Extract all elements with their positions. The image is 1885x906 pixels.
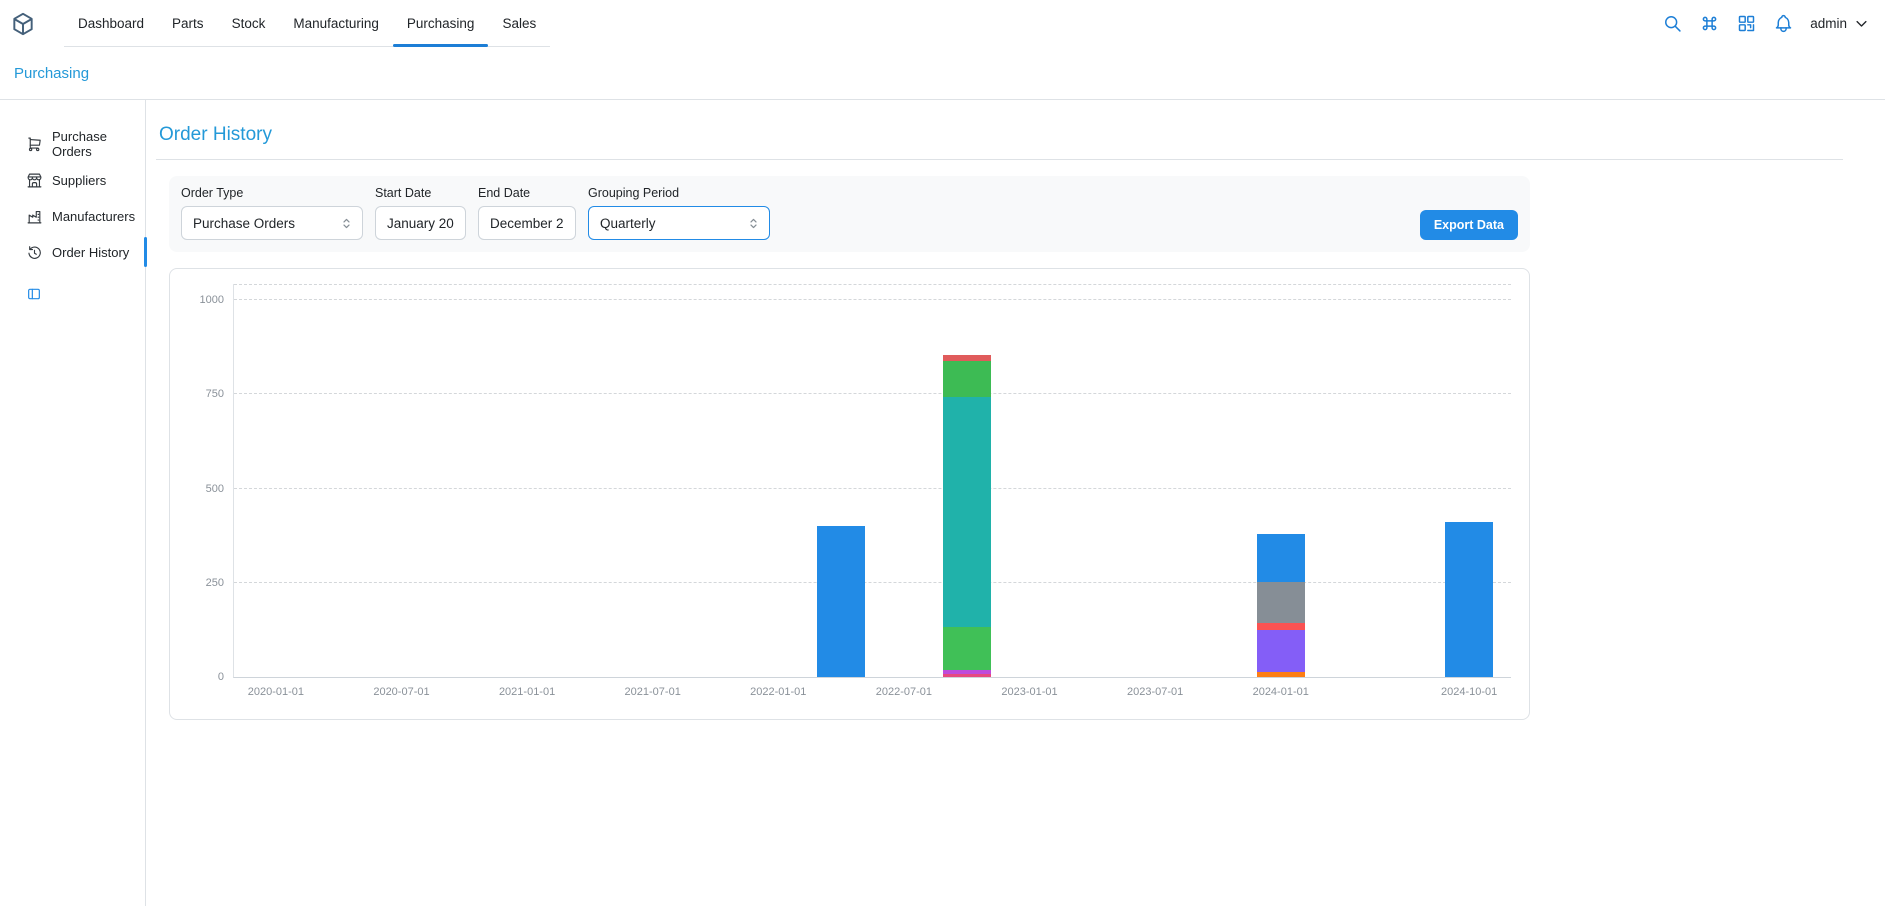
bar-segment[interactable] xyxy=(1257,534,1305,582)
username: admin xyxy=(1810,16,1847,31)
start-date-filter: Start Date xyxy=(375,186,466,240)
search-icon[interactable] xyxy=(1662,13,1683,34)
shopping-cart-icon xyxy=(26,136,43,153)
bar-segment[interactable] xyxy=(817,526,865,677)
sidebar-item-label: Purchase Orders xyxy=(52,129,145,159)
bar-segment[interactable] xyxy=(943,361,991,397)
grouping-period-value: Quarterly xyxy=(600,216,656,231)
y-axis-tick-label: 0 xyxy=(218,671,224,683)
nav-tab-dashboard[interactable]: Dashboard xyxy=(64,0,158,46)
bar-segment[interactable] xyxy=(1445,522,1493,677)
end-date-filter: End Date xyxy=(478,186,576,240)
page-title: Order History xyxy=(159,124,1843,146)
stacked-bar-2024-01-01[interactable] xyxy=(1257,534,1305,677)
x-axis-tick-label: 2020-01-01 xyxy=(248,686,304,698)
top-navbar: Dashboard Parts Stock Manufacturing Purc… xyxy=(0,0,1885,47)
x-axis-tick-label: 2024-01-01 xyxy=(1253,686,1309,698)
order-type-label: Order Type xyxy=(181,186,363,200)
y-gridline xyxy=(234,488,1511,489)
bar-segment[interactable] xyxy=(1257,630,1305,672)
barcode-scan-icon[interactable] xyxy=(1736,13,1757,34)
factory-icon xyxy=(26,208,43,225)
y-gridline xyxy=(234,393,1511,394)
app-logo[interactable] xyxy=(10,0,36,47)
start-date-label: Start Date xyxy=(375,186,466,200)
bar-segment[interactable] xyxy=(943,674,991,677)
x-axis-tick-label: 2022-07-01 xyxy=(876,686,932,698)
end-date-input[interactable] xyxy=(478,206,576,240)
history-clock-icon xyxy=(26,244,43,261)
order-history-page: Order History Order Type Purchase Orders… xyxy=(146,100,1885,906)
page-content: Purchase Orders Suppliers Manufacturers xyxy=(0,100,1885,906)
grouping-period-label: Grouping Period xyxy=(588,186,770,200)
bar-segment[interactable] xyxy=(1257,672,1305,677)
stacked-bar-2022-10-01[interactable] xyxy=(943,355,991,677)
chevron-down-icon xyxy=(1854,16,1869,31)
bar-segment[interactable] xyxy=(1257,582,1305,623)
sidebar-toggle-icon[interactable] xyxy=(26,286,42,302)
y-gridline xyxy=(234,582,1511,583)
y-axis-tick-label: 250 xyxy=(206,577,224,589)
y-axis-tick-label: 500 xyxy=(206,483,224,495)
bar-segment[interactable] xyxy=(943,397,991,627)
x-axis-tick-label: 2020-07-01 xyxy=(373,686,429,698)
navbar-actions: admin xyxy=(1662,0,1869,47)
sidebar-item-suppliers[interactable]: Suppliers xyxy=(0,162,145,198)
user-menu[interactable]: admin xyxy=(1810,16,1869,31)
x-axis-tick-label: 2022-01-01 xyxy=(750,686,806,698)
command-palette-icon[interactable] xyxy=(1699,13,1720,34)
order-type-filter: Order Type Purchase Orders xyxy=(181,186,363,240)
stacked-bar-2024-10-01[interactable] xyxy=(1445,522,1493,677)
export-data-button[interactable]: Export Data xyxy=(1420,210,1518,240)
y-gridline xyxy=(234,299,1511,300)
bar-segment[interactable] xyxy=(1257,623,1305,630)
order-type-value: Purchase Orders xyxy=(193,216,295,231)
order-type-select[interactable]: Purchase Orders xyxy=(181,206,363,240)
nav-tab-sales[interactable]: Sales xyxy=(488,0,550,46)
y-axis-tick-label: 1000 xyxy=(200,294,224,306)
storefront-icon xyxy=(26,172,43,189)
purchasing-sidebar: Purchase Orders Suppliers Manufacturers xyxy=(0,100,146,906)
x-axis-tick-label: 2023-01-01 xyxy=(1001,686,1057,698)
notifications-bell-icon[interactable] xyxy=(1773,13,1794,34)
order-history-chart-panel: 0 250 500 750 1000 2020-01-01 2020-07-01 2021-0… xyxy=(169,268,1530,720)
grouping-period-filter: Grouping Period Quarterly xyxy=(588,186,770,240)
app-logo-icon xyxy=(10,11,36,37)
start-date-input[interactable] xyxy=(375,206,466,240)
nav-tab-stock[interactable]: Stock xyxy=(218,0,280,46)
nav-tab-manufacturing[interactable]: Manufacturing xyxy=(279,0,393,46)
title-divider xyxy=(156,159,1843,160)
end-date-label: End Date xyxy=(478,186,576,200)
y-axis-tick-label: 750 xyxy=(206,388,224,400)
nav-tab-purchasing[interactable]: Purchasing xyxy=(393,0,489,46)
select-chevrons-icon xyxy=(746,216,761,231)
sidebar-item-purchase-orders[interactable]: Purchase Orders xyxy=(0,126,145,162)
select-chevrons-icon xyxy=(339,216,354,231)
x-axis-tick-label: 2021-07-01 xyxy=(625,686,681,698)
sidebar-item-label: Suppliers xyxy=(52,173,106,188)
main-nav-tabs: Dashboard Parts Stock Manufacturing Purc… xyxy=(64,0,550,47)
breadcrumb[interactable]: Purchasing xyxy=(14,65,89,82)
sidebar-item-manufacturers[interactable]: Manufacturers xyxy=(0,198,145,234)
stacked-bar-2022-04-01[interactable] xyxy=(817,526,865,677)
x-axis-tick-label: 2021-01-01 xyxy=(499,686,555,698)
bar-segment[interactable] xyxy=(943,627,991,670)
x-axis-tick-label: 2023-07-01 xyxy=(1127,686,1183,698)
sidebar-item-label: Manufacturers xyxy=(52,209,135,224)
breadcrumb-bar: Purchasing xyxy=(0,47,1885,100)
sidebar-item-order-history[interactable]: Order History xyxy=(0,234,145,270)
x-axis-tick-label: 2024-10-01 xyxy=(1441,686,1497,698)
filter-panel: Order Type Purchase Orders Start Date En… xyxy=(169,176,1530,252)
nav-tab-parts[interactable]: Parts xyxy=(158,0,218,46)
grouping-period-select[interactable]: Quarterly xyxy=(588,206,770,240)
chart-plot: 025050075010002020-01-012020-07-012021-0… xyxy=(233,284,1511,678)
sidebar-item-label: Order History xyxy=(52,245,129,260)
y-gridline xyxy=(234,284,1511,285)
